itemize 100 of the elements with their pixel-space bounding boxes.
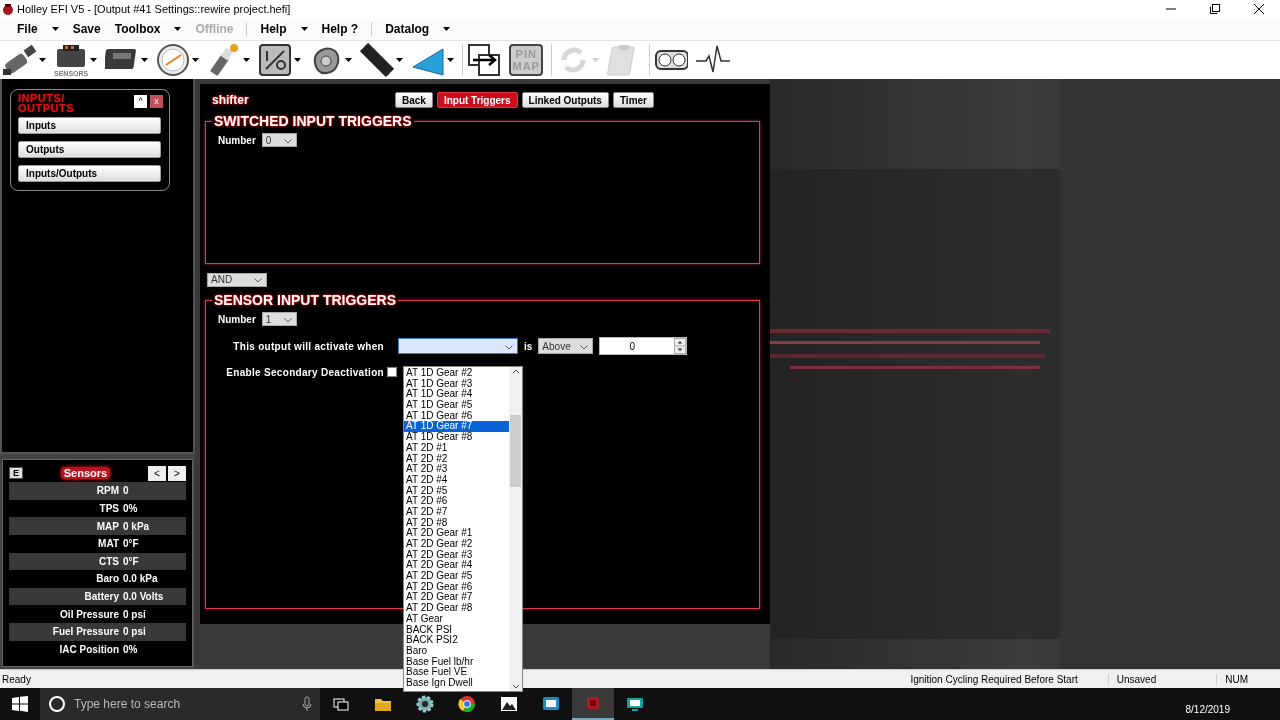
dropdown-option[interactable]: AT 2D Gear #2: [404, 539, 509, 550]
task-view-icon: [332, 695, 350, 713]
caret-icon: [283, 138, 292, 144]
caret-icon: [141, 57, 149, 62]
sensor-value: 0.0 kPa: [123, 573, 159, 585]
caret-icon: [174, 26, 182, 31]
field-label: is: [524, 340, 533, 352]
dropdown-option[interactable]: AT 1D Gear #4: [404, 389, 509, 401]
dropdown-option[interactable]: Baro: [404, 645, 509, 657]
caret-icon: [396, 57, 404, 62]
logic-dropdown[interactable]: AND: [207, 272, 267, 287]
app-icon: [2, 2, 14, 15]
comparison-dropdown[interactable]: Above: [538, 338, 594, 355]
injector-icon: [3, 42, 37, 77]
dropdown-option[interactable]: AT 2D #2: [404, 453, 509, 465]
collapse-button[interactable]: ^: [134, 95, 147, 109]
dropdown-option[interactable]: AT 2D Gear #6: [404, 581, 509, 593]
tab[interactable]: Linked Outputs: [521, 92, 609, 109]
toolbar-button[interactable]: [156, 42, 200, 77]
sensor-name: MAP: [95, 520, 119, 532]
search-field[interactable]: Type here to search: [40, 688, 320, 720]
windows-start-icon[interactable]: [12, 696, 28, 712]
sensor-value: 0%: [123, 503, 139, 515]
dropdown-option[interactable]: AT 1D Gear #6: [404, 410, 509, 422]
close-button[interactable]: x: [150, 95, 163, 109]
tab[interactable]: Input Triggers: [436, 92, 518, 109]
field-label: Enable Secondary Deactivation: [225, 366, 384, 378]
dropdown-option[interactable]: AT 2D Gear #1: [404, 528, 509, 539]
menu-item[interactable]: Save: [65, 21, 108, 36]
e-button[interactable]: E: [9, 467, 23, 480]
microphone-icon[interactable]: [302, 696, 312, 712]
scrollbar[interactable]: [509, 367, 522, 691]
dropdown-option[interactable]: AT 1D Gear #3: [404, 378, 509, 390]
number-dropdown[interactable]: 1: [261, 312, 297, 327]
sensor-name: Battery: [83, 591, 119, 603]
next-button[interactable]: >: [168, 465, 186, 481]
sensor-name: RPM: [95, 485, 119, 497]
sensor-name: Fuel Pressure: [51, 626, 119, 638]
status-text: Unsaved: [1108, 673, 1218, 685]
tab[interactable]: Timer: [612, 92, 654, 109]
dropdown-option[interactable]: AT 1D Gear #2: [404, 368, 509, 379]
caret-icon: [39, 57, 46, 62]
dropdown-option[interactable]: AT 2D #3: [404, 464, 509, 475]
menu-item[interactable]: Help ?: [314, 21, 366, 36]
dropdown-option[interactable]: AT 2D Gear #5: [404, 571, 509, 582]
scroll-thumb[interactable]: [510, 415, 521, 487]
tab[interactable]: Back: [395, 92, 433, 109]
toolbar-button[interactable]: [360, 42, 404, 77]
toolbar-button[interactable]: [467, 42, 502, 77]
dropdown-option[interactable]: AT 2D Gear #3: [404, 549, 509, 561]
dropdown-option[interactable]: AT 2D Gear #4: [404, 560, 509, 572]
status-text: Ignition Cycling Required Before Start: [902, 673, 1109, 685]
dropdown-option[interactable]: AT 2D Gear #8: [404, 603, 509, 614]
nav-button[interactable]: Inputs: [18, 117, 161, 135]
dropdown-option[interactable]: AT 2D #8: [404, 517, 509, 529]
menu-item[interactable]: Toolbox: [107, 21, 189, 36]
dropdown-option[interactable]: AT 1D Gear #7: [404, 421, 509, 433]
menu-item[interactable]: Help: [246, 21, 315, 36]
caret-icon: [443, 26, 451, 31]
dropdown-option[interactable]: AT 2D Gear #7: [404, 592, 509, 604]
browser-icon: [458, 695, 476, 713]
clock-date: 8/12/2019: [1185, 703, 1231, 716]
sensor-name: TPS: [98, 503, 119, 515]
caret-icon: [592, 57, 600, 62]
dropdown-option[interactable]: AT 2D #4: [404, 474, 509, 486]
nav-button[interactable]: Inputs/Outputs: [18, 165, 161, 183]
dropdown-option[interactable]: AT 2D #5: [404, 485, 509, 497]
dropdown-option[interactable]: Base Ign Dwell: [404, 677, 509, 689]
dropdown-option[interactable]: AT 1D Gear #8: [404, 432, 509, 443]
caret-icon: [90, 57, 98, 62]
channel-dropdown[interactable]: [398, 338, 518, 355]
toolbar-button[interactable]: [258, 42, 302, 77]
number-dropdown[interactable]: 0: [261, 133, 297, 148]
dropdown-option[interactable]: Base Fuel lb/hr: [404, 656, 509, 668]
checkbox[interactable]: [387, 367, 397, 378]
sensor-value: 0 psi: [123, 626, 147, 638]
dropdown-option[interactable]: AT 2D #1: [404, 442, 509, 454]
dropdown-option[interactable]: BACK PSI2: [404, 635, 509, 646]
dropdown-option[interactable]: AT 2D #7: [404, 506, 509, 518]
spin-arrows-icon[interactable]: [674, 338, 687, 355]
stripes-icon: [360, 42, 395, 77]
square-app-icon: [584, 694, 602, 712]
sensor-value: 0.0 Volts: [123, 591, 165, 603]
caret-icon: [580, 344, 589, 350]
dropdown-option[interactable]: AT Gear: [404, 613, 509, 625]
previous-button[interactable]: <: [148, 465, 166, 481]
dropdown-option[interactable]: Base Fuel VE: [404, 667, 509, 678]
menu-item[interactable]: Datalog: [371, 21, 458, 36]
caret-icon: [447, 57, 455, 62]
dropdown-option[interactable]: AT 1D Gear #5: [404, 400, 509, 411]
close-icon[interactable]: [1254, 3, 1264, 14]
dropdown-option[interactable]: BACK PSI: [404, 624, 509, 636]
menu-item[interactable]: File: [10, 21, 66, 36]
sensor-name: IAC Position: [58, 643, 119, 655]
maximize-icon[interactable]: [1210, 3, 1220, 14]
dropdown-option[interactable]: AT 2D #6: [404, 496, 509, 507]
status-text: NUM: [1224, 673, 1249, 685]
toolbar-button[interactable]: [3, 42, 46, 77]
threshold-spinbox[interactable]: 0: [599, 337, 688, 356]
nav-button[interactable]: Outputs: [18, 141, 161, 159]
